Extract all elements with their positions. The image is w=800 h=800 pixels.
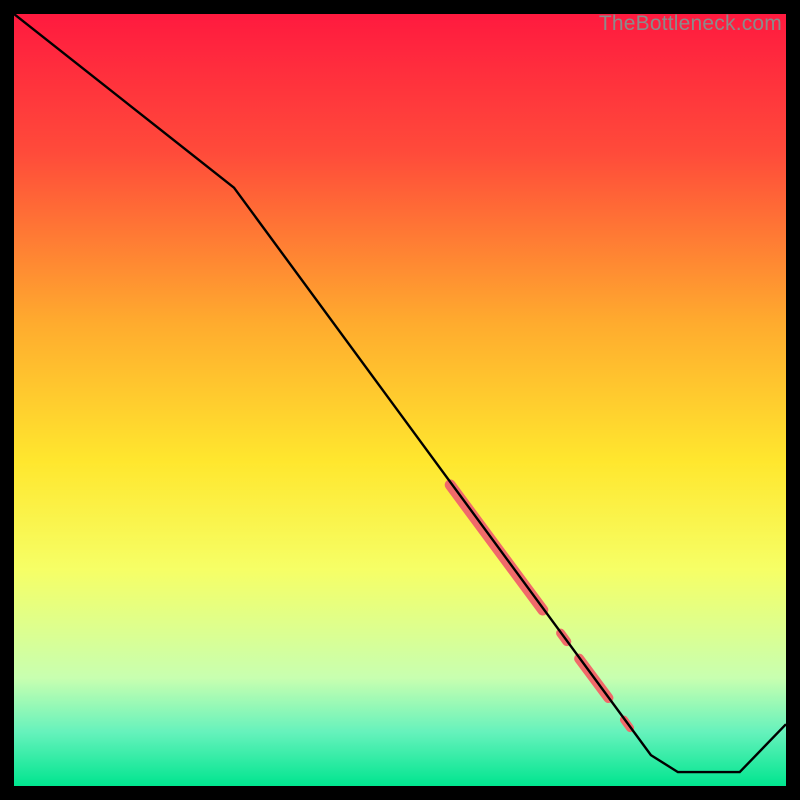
gradient-background — [14, 14, 786, 786]
bottleneck-chart — [14, 14, 786, 786]
watermark-text: TheBottleneck.com — [599, 12, 782, 36]
chart-frame: TheBottleneck.com — [14, 14, 786, 786]
